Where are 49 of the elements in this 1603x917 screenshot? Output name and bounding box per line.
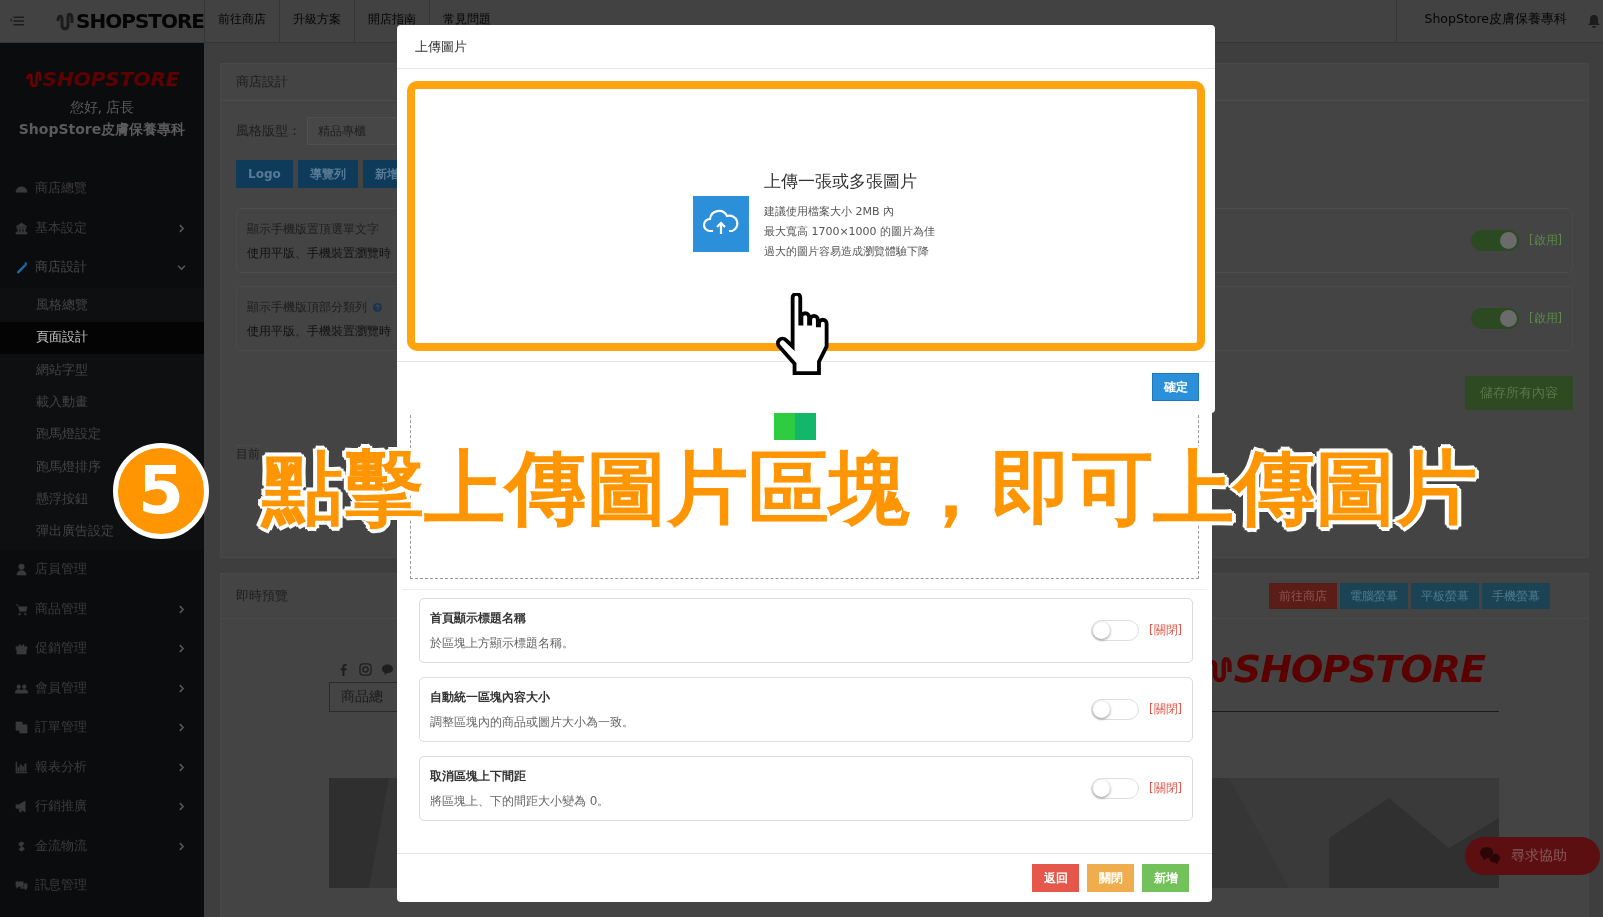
help-icon[interactable] xyxy=(373,302,382,312)
dropzone-hint: 最大寬高 1700×1000 的圖片為佳 xyxy=(763,224,936,240)
person-icon xyxy=(15,563,28,577)
section-button[interactable]: Logo xyxy=(236,160,293,188)
setting-title: 取消區塊上下間距 xyxy=(430,767,527,785)
toggle-switch[interactable] xyxy=(1471,230,1519,251)
setting-title: 首頁顯示標題名稱 xyxy=(430,609,527,627)
bar-chart-icon xyxy=(15,760,28,774)
menu-icon[interactable] xyxy=(10,15,25,27)
users-icon xyxy=(15,681,28,695)
toggle-switch[interactable] xyxy=(1471,308,1519,329)
dropzone-heading: 上傳一張或多張圖片 xyxy=(763,170,918,193)
dropzone-hint: 建議使用檔案大小 2MB 內 xyxy=(763,204,895,220)
status-label: [關閉] xyxy=(1149,781,1182,796)
dropzone-hint: 過大的圖片容易造成瀏覽體驗下降 xyxy=(763,244,930,260)
submenu-item[interactable]: 頁面設計 xyxy=(36,329,88,347)
upload-dropzone[interactable]: 上傳一張或多張圖片 建議使用檔案大小 2MB 內 最大寬高 1700×1000 的圖片為佳 過大的圖片容易造成瀏覽體驗下降 xyxy=(407,81,1205,351)
greeting-text: 您好, 店長 xyxy=(68,99,136,117)
camera-icon[interactable] xyxy=(359,663,372,676)
chat-icon xyxy=(15,879,28,893)
dialog-button[interactable]: 新增 xyxy=(1142,864,1189,892)
chat-icon xyxy=(1479,846,1501,866)
cart-icon xyxy=(15,602,28,616)
status-label: [啟用] xyxy=(1529,311,1562,326)
bell-icon[interactable] xyxy=(1587,14,1601,28)
setting-description: 調整區塊內的商品或圖片大小為一致。 xyxy=(430,713,634,731)
wand-icon xyxy=(15,261,28,275)
dialog-button[interactable]: 關閉 xyxy=(1087,864,1134,892)
megaphone-icon xyxy=(15,800,28,814)
help-button[interactable]: 尋求協助 xyxy=(1465,837,1600,875)
store-name: ShopStore皮膚保養專科 xyxy=(17,121,187,139)
bank-icon xyxy=(15,221,28,235)
setting-title: 自動統一區塊內容大小 xyxy=(430,688,551,706)
documents-icon xyxy=(15,721,28,735)
status-label: [關閉] xyxy=(1149,623,1182,638)
setting-description: 將區塊上、下的間距大小變為 0。 xyxy=(430,792,610,810)
chat-bubble-icon[interactable] xyxy=(381,663,394,676)
dialog-button[interactable]: 返回 xyxy=(1032,864,1079,892)
status-label: [關閉] xyxy=(1149,702,1182,717)
dollar-icon xyxy=(15,839,28,853)
cloud-upload-icon xyxy=(692,196,749,252)
sidebar-item[interactable]: 商店設計 xyxy=(0,248,204,288)
status-label: [啟用] xyxy=(1529,233,1562,248)
logo[interactable]: SHOPSTORE xyxy=(54,9,204,33)
setting-description: 於區塊上方顯示標題名稱。 xyxy=(430,634,574,652)
section-button[interactable]: 導覽列 xyxy=(297,160,358,188)
confirm-button[interactable]: 確定 xyxy=(1152,373,1199,401)
store-name[interactable]: ShopStore皮膚保養專科 xyxy=(1395,0,1587,42)
sidebar-logo: SHOPSTORE xyxy=(0,67,204,91)
